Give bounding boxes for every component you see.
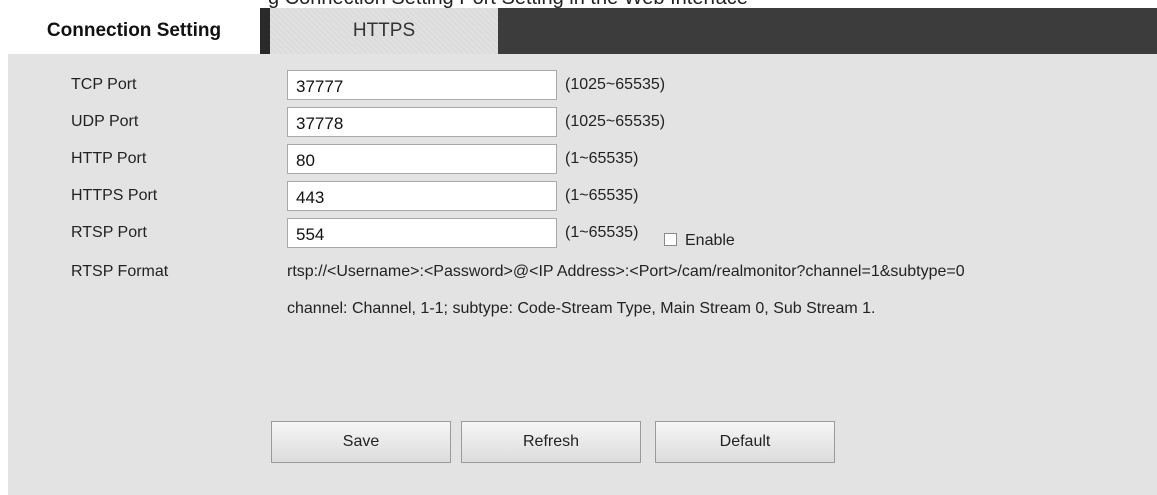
https-enable-label: Enable [685,232,735,249]
tcp-port-label: TCP Port [71,76,137,93]
save-button[interactable]: Save [271,421,451,463]
udp-port-input[interactable] [287,107,557,137]
http-port-input[interactable] [287,144,557,174]
cropped-caption-text: g Connection Setting Port Setting in the… [268,0,748,8]
https-port-label: HTTPS Port [71,187,158,204]
rtsp-format-url: rtsp://<Username>:<Password>@<IP Address… [287,263,965,280]
https-port-input[interactable] [287,181,557,211]
rtsp-format-label: RTSP Format [71,263,169,280]
tab-bar: Connection Setting HTTPS [8,8,1157,54]
http-port-range: (1~65535) [565,150,639,167]
https-port-range: (1~65535) [565,187,639,204]
tcp-port-input[interactable] [287,70,557,100]
udp-port-label: UDP Port [71,113,139,130]
default-button[interactable]: Default [655,421,835,463]
rtsp-port-input[interactable] [287,218,557,248]
tab-https[interactable]: HTTPS [270,8,498,54]
refresh-button[interactable]: Refresh [461,421,641,463]
https-enable-checkbox[interactable] [664,233,677,246]
rtsp-port-range: (1~65535) [565,224,639,241]
tab-divider [260,8,270,54]
http-port-label: HTTP Port [71,150,147,167]
cropped-caption: g Connection Setting Port Setting in the… [0,0,1157,8]
rtsp-format-note: channel: Channel, 1-1; subtype: Code-Str… [287,300,876,317]
rtsp-port-label: RTSP Port [71,224,147,241]
udp-port-range: (1025~65535) [565,113,666,130]
tab-connection-setting[interactable]: Connection Setting [8,8,260,54]
tcp-port-range: (1025~65535) [565,76,666,93]
